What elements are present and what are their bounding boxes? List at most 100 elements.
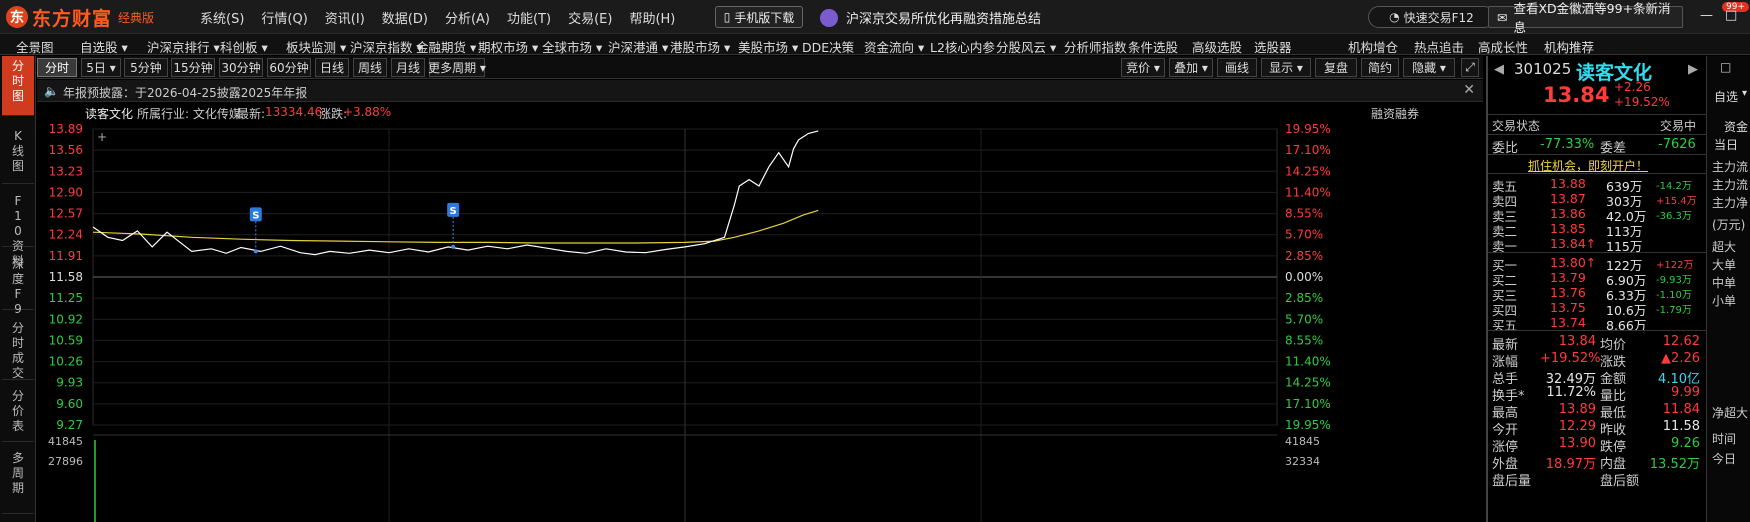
nav-item-1[interactable]: 自选股 ▾ [80, 37, 128, 56]
chart-tool-6[interactable]: 隐藏 ▾ [1403, 58, 1455, 77]
fund-item-3: (万元) [1712, 218, 1746, 232]
menu-item-1[interactable]: 行情(Q) [261, 8, 307, 27]
crosshair-icon[interactable]: + [97, 130, 107, 144]
nav-item-20[interactable]: 机构增仓 [1348, 37, 1398, 56]
left-tab-5[interactable]: 分价表 [2, 386, 34, 442]
fullscreen-icon[interactable]: ⤢ [1461, 58, 1479, 77]
stat-value: 18.97万 [1545, 457, 1596, 472]
nav-item-8[interactable]: 全球市场 ▾ [542, 37, 602, 56]
fund-tab-0[interactable]: 资金 [1724, 118, 1748, 135]
chart-tool-1[interactable]: 叠加 ▾ [1169, 58, 1213, 77]
nav-item-13[interactable]: 资金流向 ▾ [864, 37, 924, 56]
menu-item-4[interactable]: 分析(A) [445, 8, 490, 27]
side-btn-arrow[interactable]: ▾ [1742, 88, 1747, 99]
notification-bar[interactable]: ✉ 查看XD金徽酒等99+条新消息 [1488, 1, 1683, 35]
nav-item-21[interactable]: 热点追击 [1414, 37, 1464, 56]
menu-item-0[interactable]: 系统(S) [200, 8, 244, 27]
menu-item-6[interactable]: 交易(E) [568, 8, 612, 27]
period-tab-9[interactable]: 更多周期 ▾ [428, 58, 486, 77]
news-headline-link[interactable]: 沪深京交易所优化再融资措施总结 [820, 8, 1041, 27]
industry-label[interactable]: 所属行业: 文化传媒 [137, 105, 241, 122]
mobile-download-button[interactable]: ▯ 手机版下载 [715, 6, 803, 28]
nav-item-17[interactable]: 条件选股 [1128, 37, 1178, 56]
period-tab-2[interactable]: 5分钟 [124, 58, 168, 77]
promo-link[interactable]: 抓住机会，即刻开户！ [1528, 157, 1648, 174]
period-tab-5[interactable]: 60分钟 [267, 58, 311, 77]
left-tab-2[interactable]: F10资料 [2, 191, 34, 268]
announcement-text: 年报预披露：于2026-04-25披露2025年年报 [63, 86, 308, 100]
price-tick-label: 10.92 [49, 312, 83, 326]
chart-tool-5[interactable]: 简约 [1361, 58, 1399, 77]
latest-value: 13334.46 [265, 105, 323, 119]
nav-item-6[interactable]: 金融期货 ▾ [416, 37, 476, 56]
divider [1488, 114, 1706, 115]
left-tab-0[interactable]: 分时图 [2, 56, 34, 116]
left-tab-1[interactable]: K线图 [2, 126, 34, 184]
intraday-chart[interactable]: 13.89 19.95% 13.56 17.10% 13.23 14.25% 12.90 11… [37, 122, 1483, 522]
chart-tool-0[interactable]: 竞价 ▾ [1121, 58, 1165, 77]
pct-tick-label: 19.95% [1285, 122, 1331, 136]
chart-tool-3[interactable]: 显示 ▾ [1261, 58, 1311, 77]
quick-trade-button[interactable]: ◔ 快速交易F12 [1368, 6, 1495, 28]
close-icon[interactable]: ✕ [1463, 82, 1475, 98]
stat-label: 盘后量 [1492, 474, 1532, 489]
bids-delta: -9.93万 [1656, 275, 1692, 286]
period-tab-6[interactable]: 日线 [315, 58, 349, 77]
prev-stock-icon[interactable]: ◀ [1494, 62, 1504, 77]
nav-item-10[interactable]: 港股市场 ▾ [670, 37, 730, 56]
asks-price: 13.86 [1550, 206, 1586, 221]
left-tab-6[interactable]: 多周期 [2, 448, 34, 514]
menu-item-7[interactable]: 帮助(H) [629, 8, 675, 27]
period-tab-4[interactable]: 30分钟 [219, 58, 263, 77]
nav-item-18[interactable]: 高级选股 [1192, 37, 1242, 56]
nav-item-12[interactable]: DDE决策 [802, 37, 854, 56]
stat-value: +19.52% [1540, 351, 1601, 366]
period-tab-7[interactable]: 周线 [353, 58, 387, 77]
menu-item-3[interactable]: 数据(D) [382, 8, 428, 27]
bids-price: 13.79 [1550, 270, 1586, 285]
mail-icon: ✉ [1497, 9, 1508, 25]
price-tick-label: 10.59 [49, 333, 83, 347]
nav-item-5[interactable]: 沪深京指数 ▾ [350, 37, 423, 56]
nav-item-11[interactable]: 美股市场 ▾ [738, 37, 798, 56]
announcement-strip: 🔈 年报预披露：于2026-04-25披露2025年年报 ✕ [37, 80, 1483, 102]
price-tick-label: 9.93 [56, 376, 83, 390]
stat-value: 13.52万 [1649, 457, 1700, 472]
minimize-icon[interactable]: — [1700, 8, 1713, 23]
nav-item-22[interactable]: 高成长性 [1478, 37, 1528, 56]
nav-item-0[interactable]: 全景图 [16, 37, 54, 56]
divider [1488, 154, 1706, 155]
period-tab-8[interactable]: 月线 [391, 58, 425, 77]
menu-item-2[interactable]: 资讯(I) [325, 8, 365, 27]
nav-item-14[interactable]: L2核心内参 [930, 37, 995, 56]
period-tab-3[interactable]: 15分钟 [171, 58, 215, 77]
side-btn-watch[interactable]: 自选 [1714, 88, 1738, 105]
nav-item-3[interactable]: 科创板 ▾ [220, 37, 268, 56]
menu-item-5[interactable]: 功能(T) [507, 8, 551, 27]
period-tab-1[interactable]: 5日 ▾ [81, 58, 121, 77]
trade-icon: ◔ [1389, 10, 1400, 24]
nav-item-19[interactable]: 选股器 [1254, 37, 1292, 56]
next-stock-icon[interactable]: ▶ [1688, 62, 1698, 77]
nav-item-2[interactable]: 沪深京排行 ▾ [147, 37, 220, 56]
nav-item-9[interactable]: 沪深港通 ▾ [608, 37, 668, 56]
period-tab-0[interactable]: 分时 [37, 58, 77, 77]
left-tab-4[interactable]: 分时成交 [2, 318, 34, 380]
bids-price: 13.74 [1550, 315, 1586, 330]
left-tab-3[interactable]: 深度F9 [2, 254, 34, 316]
nav-item-4[interactable]: 板块监测 ▾ [286, 37, 346, 56]
asks-price: 13.85 [1550, 221, 1586, 236]
nav-item-23[interactable]: 机构推荐 [1544, 37, 1594, 56]
margin-trading-link[interactable]: 融资融券 [1371, 105, 1419, 122]
pct-tick-label: 0.00% [1285, 270, 1323, 284]
asks-delta: -14.2万 [1656, 181, 1692, 192]
chart-tool-4[interactable]: 复盘 [1315, 58, 1357, 77]
nav-item-15[interactable]: 分股风云 ▾ [996, 37, 1056, 56]
fund-tab-1[interactable]: 当日 [1714, 136, 1738, 153]
side-btn-star[interactable]: □ [1720, 60, 1731, 74]
nav-item-16[interactable]: 分析师指数 [1064, 37, 1127, 56]
chart-tool-2[interactable]: 画线 [1217, 58, 1257, 77]
nav-item-7[interactable]: 期权市场 ▾ [478, 37, 538, 56]
maximize-icon[interactable]: □ [1725, 8, 1737, 23]
pct-tick-label: 11.40% [1285, 355, 1331, 369]
